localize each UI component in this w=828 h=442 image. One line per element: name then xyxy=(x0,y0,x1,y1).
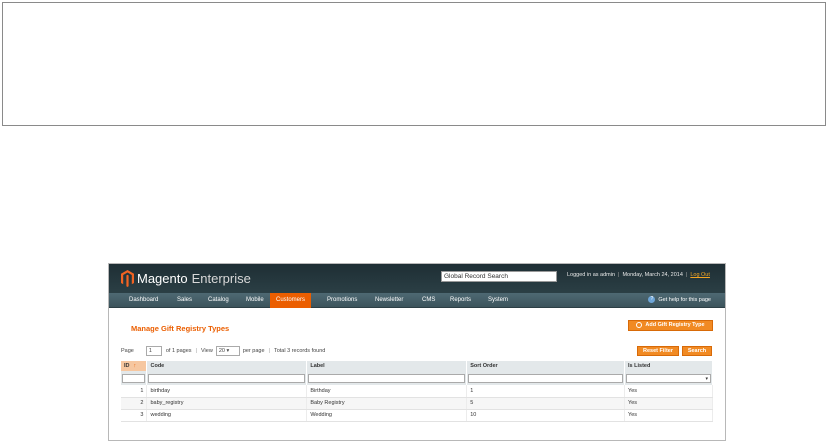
admin-header: Magento Enterprise Global Record Search L… xyxy=(109,264,725,293)
total-records: Total 3 records found xyxy=(273,348,326,354)
logged-in-text: Logged in as admin xyxy=(567,272,616,278)
grid-header-row: ID ↑ Code Label Sort Order Is Listed xyxy=(121,361,713,371)
cell-code: wedding xyxy=(146,409,308,422)
nav-item-reports[interactable]: Reports xyxy=(444,293,477,308)
filter-label-input[interactable] xyxy=(308,373,466,383)
table-row[interactable]: 3 wedding Wedding 10 Yes xyxy=(121,409,713,422)
nav-item-system[interactable]: System xyxy=(482,293,514,308)
cell-id: 3 xyxy=(121,409,148,422)
cell-id: 2 xyxy=(121,397,148,410)
nav-item-newsletter[interactable]: Newsletter xyxy=(369,293,409,308)
page-label: Page xyxy=(121,348,134,354)
cell-label: Baby Registry xyxy=(306,397,468,410)
column-header-id[interactable]: ID ↑ xyxy=(121,361,148,371)
cell-is-listed: Yes xyxy=(624,385,713,398)
filter-is-listed-select[interactable]: ▾ xyxy=(626,373,711,383)
column-header-is-listed[interactable]: Is Listed xyxy=(624,361,713,371)
add-button-label: Add Gift Registry Type xyxy=(645,322,705,328)
cell-code: birthday xyxy=(146,385,308,398)
header-user-info: Logged in as admin | Monday, March 24, 201… xyxy=(567,272,710,278)
table-row[interactable]: 2 baby_registry Baby Registry 5 Yes xyxy=(121,397,713,410)
column-header-label[interactable]: Label xyxy=(306,361,468,371)
cell-is-listed: Yes xyxy=(624,409,713,422)
nav-item-catalog[interactable]: Catalog xyxy=(202,293,235,308)
search-button[interactable]: Search xyxy=(682,346,712,356)
cell-id: 1 xyxy=(121,385,148,398)
cell-code: baby_registry xyxy=(146,397,308,410)
pager: Page 1 of 1 pages | View 20 ▾ per page |… xyxy=(121,346,326,356)
cell-sort-order: 5 xyxy=(466,397,626,410)
chevron-down-icon: ▾ xyxy=(226,348,230,354)
nav-item-sales[interactable]: Sales xyxy=(171,293,198,308)
plus-icon xyxy=(636,321,643,328)
main-nav: Dashboard Sales Catalog Mobile Customers… xyxy=(109,293,725,308)
nav-item-mobile[interactable]: Mobile xyxy=(240,293,270,308)
logout-link[interactable]: Log Out xyxy=(690,272,710,278)
help-link[interactable]: ? Get help for this page xyxy=(648,293,711,308)
column-header-sort-order[interactable]: Sort Order xyxy=(466,361,626,371)
gift-registry-grid: ID ↑ Code Label Sort Order Is Listed ▾ 1 … xyxy=(121,361,713,422)
help-label: Get help for this page xyxy=(658,297,711,303)
nav-item-promotions[interactable]: Promotions xyxy=(321,293,363,308)
global-search-input[interactable]: Global Record Search xyxy=(441,271,557,282)
header-date: Monday, March 24, 2014 xyxy=(622,272,683,278)
chevron-down-icon: ▾ xyxy=(705,375,708,382)
cell-sort-order: 10 xyxy=(466,409,626,422)
page-number-input[interactable]: 1 xyxy=(145,346,162,356)
edition-name: Enterprise xyxy=(191,270,251,286)
magento-logo-icon xyxy=(121,269,134,287)
column-header-code[interactable]: Code xyxy=(146,361,308,371)
filter-id-input[interactable] xyxy=(122,373,146,383)
filter-sort-order-input[interactable] xyxy=(468,373,624,383)
view-label: View xyxy=(200,348,213,354)
sort-arrow-icon: ↑ xyxy=(133,363,137,369)
page-title: Manage Gift Registry Types xyxy=(131,324,230,333)
magento-logo[interactable]: Magento Enterprise xyxy=(121,268,251,288)
nav-item-cms[interactable]: CMS xyxy=(416,293,441,308)
admin-screenshot: Magento Enterprise Global Record Search L… xyxy=(108,263,726,441)
help-icon: ? xyxy=(648,296,656,304)
of-pages-text: of 1 pages xyxy=(165,348,192,354)
cell-sort-order: 1 xyxy=(466,385,626,398)
table-row[interactable]: 1 birthday Birthday 1 Yes xyxy=(121,385,713,398)
blank-panel xyxy=(2,2,826,126)
filter-row: ▾ xyxy=(121,371,713,385)
add-gift-registry-type-button[interactable]: Add Gift Registry Type xyxy=(628,320,713,331)
brand-name: Magento xyxy=(137,270,188,286)
filter-code-input[interactable] xyxy=(148,373,306,383)
nav-item-dashboard[interactable]: Dashboard xyxy=(123,293,164,308)
cell-label: Wedding xyxy=(306,409,468,422)
cell-is-listed: Yes xyxy=(624,397,713,410)
nav-item-customers[interactable]: Customers xyxy=(270,293,312,308)
reset-filter-button[interactable]: Reset Filter xyxy=(637,346,679,356)
per-page-select[interactable]: 20 ▾ xyxy=(215,346,240,356)
per-page-label: per page xyxy=(242,348,265,354)
cell-label: Birthday xyxy=(306,385,468,398)
